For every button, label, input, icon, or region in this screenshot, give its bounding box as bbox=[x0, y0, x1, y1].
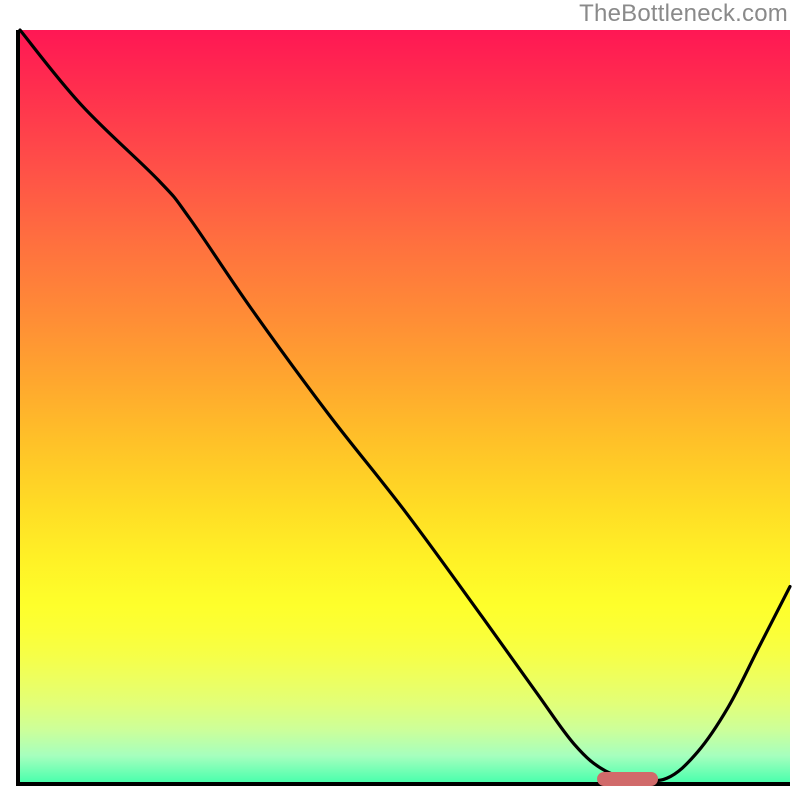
bottleneck-curve bbox=[20, 30, 790, 781]
optimal-range-marker bbox=[597, 772, 659, 786]
line-plot-svg bbox=[20, 30, 790, 782]
plot-area bbox=[16, 30, 790, 786]
chart-container: TheBottleneck.com bbox=[0, 0, 800, 800]
watermark-text: TheBottleneck.com bbox=[579, 0, 788, 28]
